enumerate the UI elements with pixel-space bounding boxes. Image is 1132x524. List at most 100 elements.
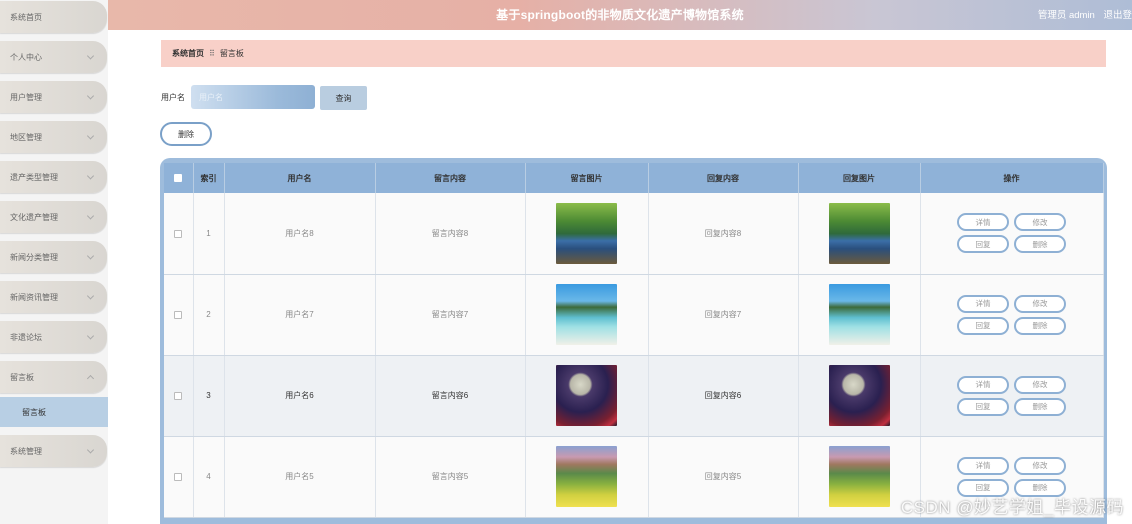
detail-button[interactable]: 详情 — [957, 375, 1009, 394]
sidebar-item-heritage-type-management[interactable]: 遗产类型管理 — [0, 161, 107, 193]
forest-photo[interactable] — [828, 202, 890, 264]
sidebar-item-system-management[interactable]: 系统管理 — [0, 435, 107, 467]
chevron-down-icon — [86, 292, 95, 300]
reply-button[interactable]: 回复 — [957, 316, 1009, 335]
column-header: 回复图片 — [798, 163, 921, 193]
message-image-cell — [525, 274, 649, 356]
beach-photo[interactable] — [828, 284, 890, 345]
sidebar-item-home[interactable]: 系统首页 — [0, 1, 107, 33]
search-label: 用户名 — [161, 93, 185, 102]
sidebar-item-label: 新闻资讯管理 — [10, 292, 58, 302]
reply-cell: 回复内容7 — [648, 274, 799, 356]
sidebar-item-label: 系统首页 — [10, 12, 42, 22]
column-header: 用户名 — [224, 163, 376, 193]
chevron-up-icon — [86, 374, 95, 383]
reply-button[interactable]: 回复 — [957, 235, 1009, 254]
edit-button[interactable]: 修改 — [1014, 456, 1066, 475]
sidebar-item-label: 遗产类型管理 — [10, 172, 58, 182]
sidebar-item-label: 留言板 — [10, 372, 34, 382]
username-search-input[interactable] — [191, 85, 315, 109]
sidebar-item-forum[interactable]: 非遗论坛 — [0, 321, 107, 353]
row-select-cell — [164, 355, 194, 437]
breadcrumb: 系统首页 ⠿ 留言板 — [161, 40, 1106, 67]
message-cell: 留言内容7 — [375, 274, 526, 356]
table-row: 1 用户名8 留言内容8 回复内容8 详情 修改 回复 删除 — [164, 193, 1104, 275]
row-checkbox[interactable] — [174, 391, 183, 400]
detail-button[interactable]: 详情 — [957, 456, 1009, 475]
sidebar-item-label: 用户管理 — [10, 92, 42, 102]
table-row: 3 用户名6 留言内容6 回复内容6 详情 修改 回复 删除 — [164, 355, 1104, 437]
reply-image-cell — [798, 355, 921, 437]
chevron-down-icon — [86, 332, 95, 340]
sidebar-item-personal-center[interactable]: 个人中心 — [0, 41, 107, 73]
search-button[interactable]: 查询 — [320, 86, 367, 110]
select-all-header[interactable] — [164, 163, 194, 193]
sidebar-item-label: 地区管理 — [10, 132, 42, 142]
reply-cell: 回复内容5 — [648, 436, 799, 518]
index-cell: 3 — [193, 355, 225, 437]
sidebar-item-label: 个人中心 — [10, 52, 42, 62]
sidebar-item-news-management[interactable]: 新闻资讯管理 — [0, 281, 107, 313]
sidebar-item-user-management[interactable]: 用户管理 — [0, 81, 107, 113]
chevron-down-icon — [86, 92, 95, 100]
beach-photo[interactable] — [556, 284, 617, 345]
delete-button[interactable]: 删除 — [1014, 397, 1066, 416]
row-checkbox[interactable] — [174, 472, 183, 481]
detail-button[interactable]: 详情 — [957, 294, 1009, 313]
logout-link[interactable]: 退出登 — [1103, 10, 1132, 21]
meadow-photo[interactable] — [828, 446, 890, 507]
message-image-cell — [525, 436, 649, 518]
chevron-down-icon — [86, 132, 95, 140]
index-cell: 4 — [193, 436, 225, 518]
username-cell: 用户名8 — [224, 193, 376, 275]
breadcrumb-current: 留言板 — [219, 49, 244, 58]
row-checkbox[interactable] — [174, 310, 183, 319]
column-header: 留言内容 — [375, 163, 526, 193]
username-cell: 用户名6 — [224, 355, 376, 437]
app-title: 基于springboot的非物质文化遗产博物馆系统 — [496, 8, 744, 22]
reply-cell: 回复内容8 — [648, 193, 799, 275]
admin-user-label: 管理员 admin — [1037, 10, 1095, 21]
row-checkbox[interactable] — [174, 229, 183, 238]
breadcrumb-separator-icon: ⠿ — [209, 49, 215, 58]
delete-button[interactable]: 删除 — [1014, 316, 1066, 335]
message-table-container: 索引 用户名 留言内容 留言图片 回复内容 回复图片 操作 1 用户名8 留言内… — [160, 158, 1107, 524]
sidebar-item-news-category-management[interactable]: 新闻分类管理 — [0, 241, 107, 273]
operations-cell: 详情 修改 回复 删除 — [920, 355, 1104, 437]
reply-button[interactable]: 回复 — [957, 397, 1009, 416]
chevron-down-icon — [86, 212, 95, 220]
chevron-down-icon — [86, 52, 95, 60]
edit-button[interactable]: 修改 — [1014, 375, 1066, 394]
message-image-cell — [525, 193, 649, 275]
select-all-checkbox[interactable] — [174, 174, 183, 183]
message-cell: 留言内容6 — [375, 355, 526, 437]
detail-button[interactable]: 详情 — [957, 213, 1009, 232]
sidebar-item-region-management[interactable]: 地区管理 — [0, 121, 107, 153]
edit-button[interactable]: 修改 — [1014, 213, 1066, 232]
message-image-cell — [525, 355, 649, 437]
moon-photo[interactable] — [828, 365, 890, 426]
edit-button[interactable]: 修改 — [1014, 294, 1066, 313]
row-select-cell — [164, 274, 194, 356]
forest-photo[interactable] — [556, 202, 617, 264]
row-select-cell — [164, 436, 194, 518]
breadcrumb-home[interactable]: 系统首页 — [172, 48, 204, 59]
reply-cell: 回复内容6 — [648, 355, 799, 437]
sidebar-item-label: 新闻分类管理 — [10, 252, 58, 262]
sidebar-item-message-board[interactable]: 留言板 — [0, 361, 107, 393]
sidebar-item-cultural-heritage-management[interactable]: 文化遗产管理 — [0, 201, 107, 233]
username-cell: 用户名7 — [224, 274, 376, 356]
meadow-photo[interactable] — [556, 446, 617, 507]
column-header: 索引 — [193, 163, 225, 193]
sidebar-item-label: 非遗论坛 — [10, 332, 42, 342]
table-row: 2 用户名7 留言内容7 回复内容7 详情 修改 回复 删除 — [164, 274, 1104, 356]
sidebar-subitem-message-board[interactable]: 留言板 — [0, 397, 108, 427]
message-cell: 留言内容5 — [375, 436, 526, 518]
sidebar-item-label: 系统管理 — [10, 446, 42, 456]
batch-delete-button[interactable]: 删除 — [160, 122, 212, 146]
delete-button[interactable]: 删除 — [1014, 235, 1066, 254]
operations-cell: 详情 修改 回复 删除 — [920, 193, 1104, 275]
table-header-row: 索引 用户名 留言内容 留言图片 回复内容 回复图片 操作 — [164, 163, 1104, 193]
moon-photo[interactable] — [556, 365, 617, 426]
column-header: 回复内容 — [648, 163, 799, 193]
